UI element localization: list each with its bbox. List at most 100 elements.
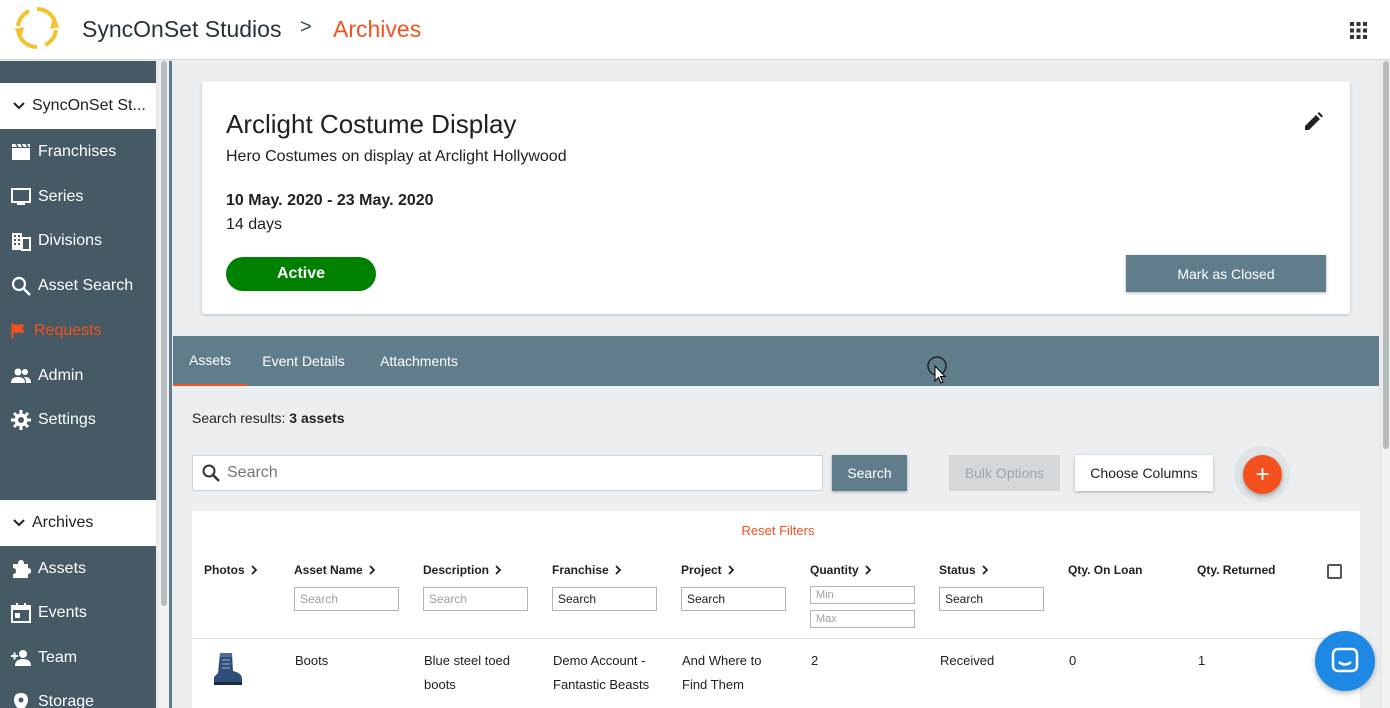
clapperboard-icon [12,143,30,160]
monitor-icon [11,188,31,205]
search-button[interactable]: Search [832,455,907,491]
column-header-photos[interactable]: Photos [204,563,259,577]
column-label: Status [939,563,976,577]
add-person-icon [11,650,31,666]
cell-description-line1: Blue steel toed [424,653,511,668]
status-filter[interactable] [939,587,1044,611]
column-label: Franchise [552,563,609,577]
sidebar-section-label: Archives [32,514,94,531]
project-filter[interactable] [681,587,786,611]
sidebar-item-admin[interactable]: Admin [0,356,156,396]
reset-filters-link[interactable]: Reset Filters [192,523,1364,538]
sidebar-item-label: Admin [38,367,84,384]
sidebar-item-team[interactable]: Team [0,638,156,678]
sync-logo-icon[interactable] [12,5,62,51]
choose-columns-button[interactable]: Choose Columns [1075,455,1213,491]
sidebar-item-requests[interactable]: Requests [0,311,156,351]
quantity-max-filter[interactable] [810,610,915,628]
column-label: Qty. On Loan [1068,563,1143,577]
sidebar-item-divisions[interactable]: Divisions [0,221,156,261]
sidebar-item-assets[interactable]: Assets [0,549,156,589]
asset-search-box[interactable] [192,455,823,491]
event-duration: 14 days [226,216,283,233]
description-filter[interactable] [423,587,528,611]
sidebar-item-label: Storage [38,693,95,708]
chevron-right-icon [251,565,257,575]
sidebar: SyncOnSet St... Franchises Series Divisi… [0,61,156,708]
cell-franchise-line2: Fantastic Beasts [553,677,650,692]
event-dates: 10 May. 2020 - 23 May. 2020 [226,192,434,209]
tab-attachments[interactable]: Attachments [371,336,467,386]
brand-title[interactable]: SyncOnSet Studios [82,16,281,43]
search-input[interactable] [227,464,787,482]
tab-event-details[interactable]: Event Details [255,336,352,386]
status-badge: Active [226,257,376,291]
quantity-min-filter[interactable] [810,586,915,604]
chat-launcher-button[interactable] [1315,631,1375,691]
cell-status: Received [940,653,995,668]
add-asset-button[interactable]: + [1243,455,1282,494]
assets-table: Reset Filters Photos Asset Name Descript… [192,511,1360,708]
main-scrollbar-thumb[interactable] [1383,61,1389,449]
calendar-icon [11,603,31,623]
chevron-right-icon [728,565,734,575]
flag-icon [11,323,25,339]
event-title: Arclight Costume Display [226,109,517,139]
column-label: Photos [204,563,245,577]
breadcrumb-current: Archives [333,16,422,42]
results-prefix: Search results: [192,410,290,426]
column-header-status[interactable]: Status [939,563,990,577]
column-label: Quantity [810,563,859,577]
row-divider [192,638,1360,639]
cell-franchise-line1: Demo Account - [553,653,646,668]
sidebar-section-archives[interactable]: Archives [0,500,156,546]
top-bar: SyncOnSet Studios > Archives [0,0,1390,60]
sidebar-item-asset-search[interactable]: Asset Search [0,266,156,306]
chat-bubble-icon [1331,647,1359,673]
mouse-cursor-icon [927,356,947,384]
sidebar-item-settings[interactable]: Settings [0,400,156,440]
sidebar-item-franchises[interactable]: Franchises [0,132,156,172]
select-all-checkbox[interactable] [1327,564,1342,579]
column-header-quantity[interactable]: Quantity [810,563,873,577]
gear-icon [11,410,31,430]
sidebar-section-label: SyncOnSet St... [32,97,146,114]
franchise-filter[interactable] [552,587,657,611]
column-header-franchise[interactable]: Franchise [552,563,623,577]
asset-name-filter[interactable] [294,587,399,611]
bulk-options-button[interactable]: Bulk Options [949,455,1060,491]
location-pin-icon [14,693,28,708]
tab-assets[interactable]: Assets [173,336,247,386]
cell-asset-name[interactable]: Boots [295,649,328,673]
column-label: Qty. Returned [1197,563,1276,577]
sidebar-item-storage[interactable]: Storage [0,682,156,708]
sidebar-item-series[interactable]: Series [0,177,156,217]
sidebar-item-label: Events [38,604,87,621]
column-header-project[interactable]: Project [681,563,736,577]
column-header-asset-name[interactable]: Asset Name [294,563,377,577]
cell-project: And Where to Find Them [682,649,762,697]
boot-image[interactable] [210,651,244,687]
sidebar-scrollbar[interactable] [159,61,169,708]
puzzle-icon [13,560,31,578]
sidebar-item-label: Divisions [38,232,103,249]
breadcrumb-separator: > [300,16,312,38]
column-header-description[interactable]: Description [423,563,503,577]
building-icon [12,233,31,251]
chevron-right-icon [865,565,871,575]
column-label: Asset Name [294,563,363,577]
cell-description-line2: boots [424,677,456,692]
mark-as-closed-button[interactable]: Mark as Closed [1126,255,1326,292]
results-count: 3 assets [289,410,345,426]
grid-apps-icon[interactable] [1350,22,1367,39]
event-subtitle: Hero Costumes on display at Arclight Hol… [226,148,567,165]
sidebar-item-events[interactable]: Events [0,593,156,633]
sidebar-scrollbar-thumb[interactable] [161,61,167,606]
search-icon [11,276,31,296]
chevron-right-icon [495,565,502,575]
sidebar-item-label: Requests [34,322,102,339]
column-header-qty-on-loan: Qty. On Loan [1068,563,1142,577]
pencil-icon[interactable] [1302,111,1324,133]
main-scrollbar[interactable] [1382,61,1390,708]
sidebar-section-syncoset[interactable]: SyncOnSet St... [0,83,156,129]
